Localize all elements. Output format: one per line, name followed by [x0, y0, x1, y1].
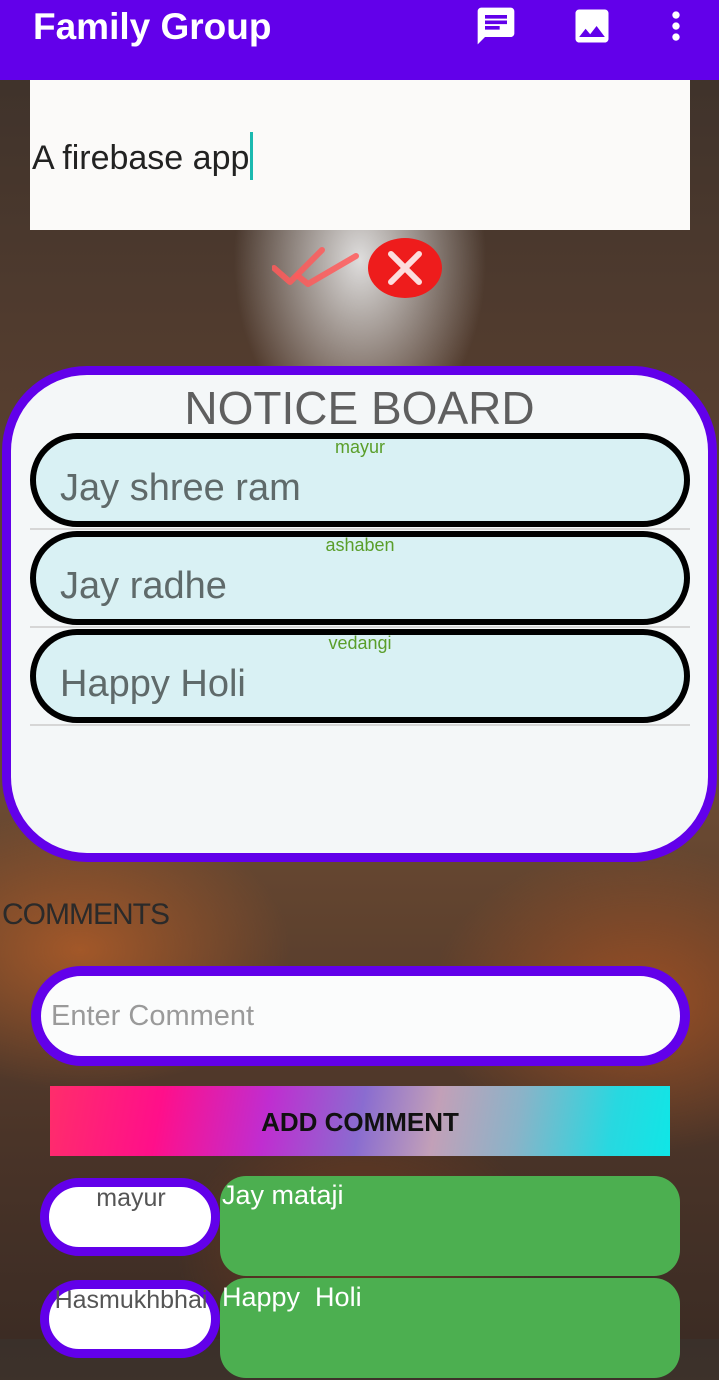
image-icon[interactable]	[570, 4, 614, 48]
comment-bubble: Jay mataji	[220, 1176, 680, 1276]
notice-author: mayur	[334, 437, 385, 457]
cancel-circle-icon[interactable]	[367, 237, 443, 299]
notice-item[interactable]: mayur Jay shree ram	[30, 433, 690, 530]
comment-row: Hasmukhbhai Happy Holi	[40, 1278, 680, 1380]
notice-item[interactable]: vedangi Happy Holi	[30, 629, 690, 726]
notice-board: NOTICE BOARD mayur Jay shree ram ashaben…	[2, 366, 717, 862]
notice-text: Happy Holi	[60, 663, 246, 705]
app-title: Family Group	[33, 6, 272, 47]
comment-input[interactable]	[49, 990, 653, 1042]
comment-bubble: Happy Holi	[220, 1278, 680, 1378]
comment-text: Happy Holi	[222, 1282, 362, 1312]
comments-label: COMMENTS	[2, 898, 170, 931]
notice-text: Jay radhe	[60, 565, 227, 607]
notice-input-value: A firebase app	[32, 132, 254, 184]
divider	[30, 626, 690, 628]
notice-text: Jay shree ram	[60, 467, 301, 509]
more-vert-icon[interactable]	[654, 4, 698, 48]
divider	[30, 724, 690, 726]
notice-author: vedangi	[328, 633, 392, 653]
notice-author: ashaben	[325, 535, 395, 555]
comment-input-container	[31, 966, 690, 1066]
add-comment-button[interactable]: ADD COMMENT	[50, 1086, 670, 1156]
divider	[30, 528, 690, 530]
comment-author: mayur	[96, 1184, 166, 1212]
chat-icon[interactable]	[474, 4, 518, 48]
text-caret	[250, 132, 254, 180]
comment-row: mayur Jay mataji	[40, 1176, 680, 1278]
app-bar: Family Group	[0, 0, 719, 80]
comment-author: Hasmukhbhai	[54, 1286, 208, 1314]
double-check-icon[interactable]	[271, 242, 360, 292]
notice-item[interactable]: ashaben Jay radhe	[30, 531, 690, 628]
notice-board-title: NOTICE BOARD	[184, 382, 535, 434]
notice-input-field[interactable]: A firebase app	[30, 80, 690, 230]
comment-text: Jay mataji	[222, 1180, 344, 1210]
